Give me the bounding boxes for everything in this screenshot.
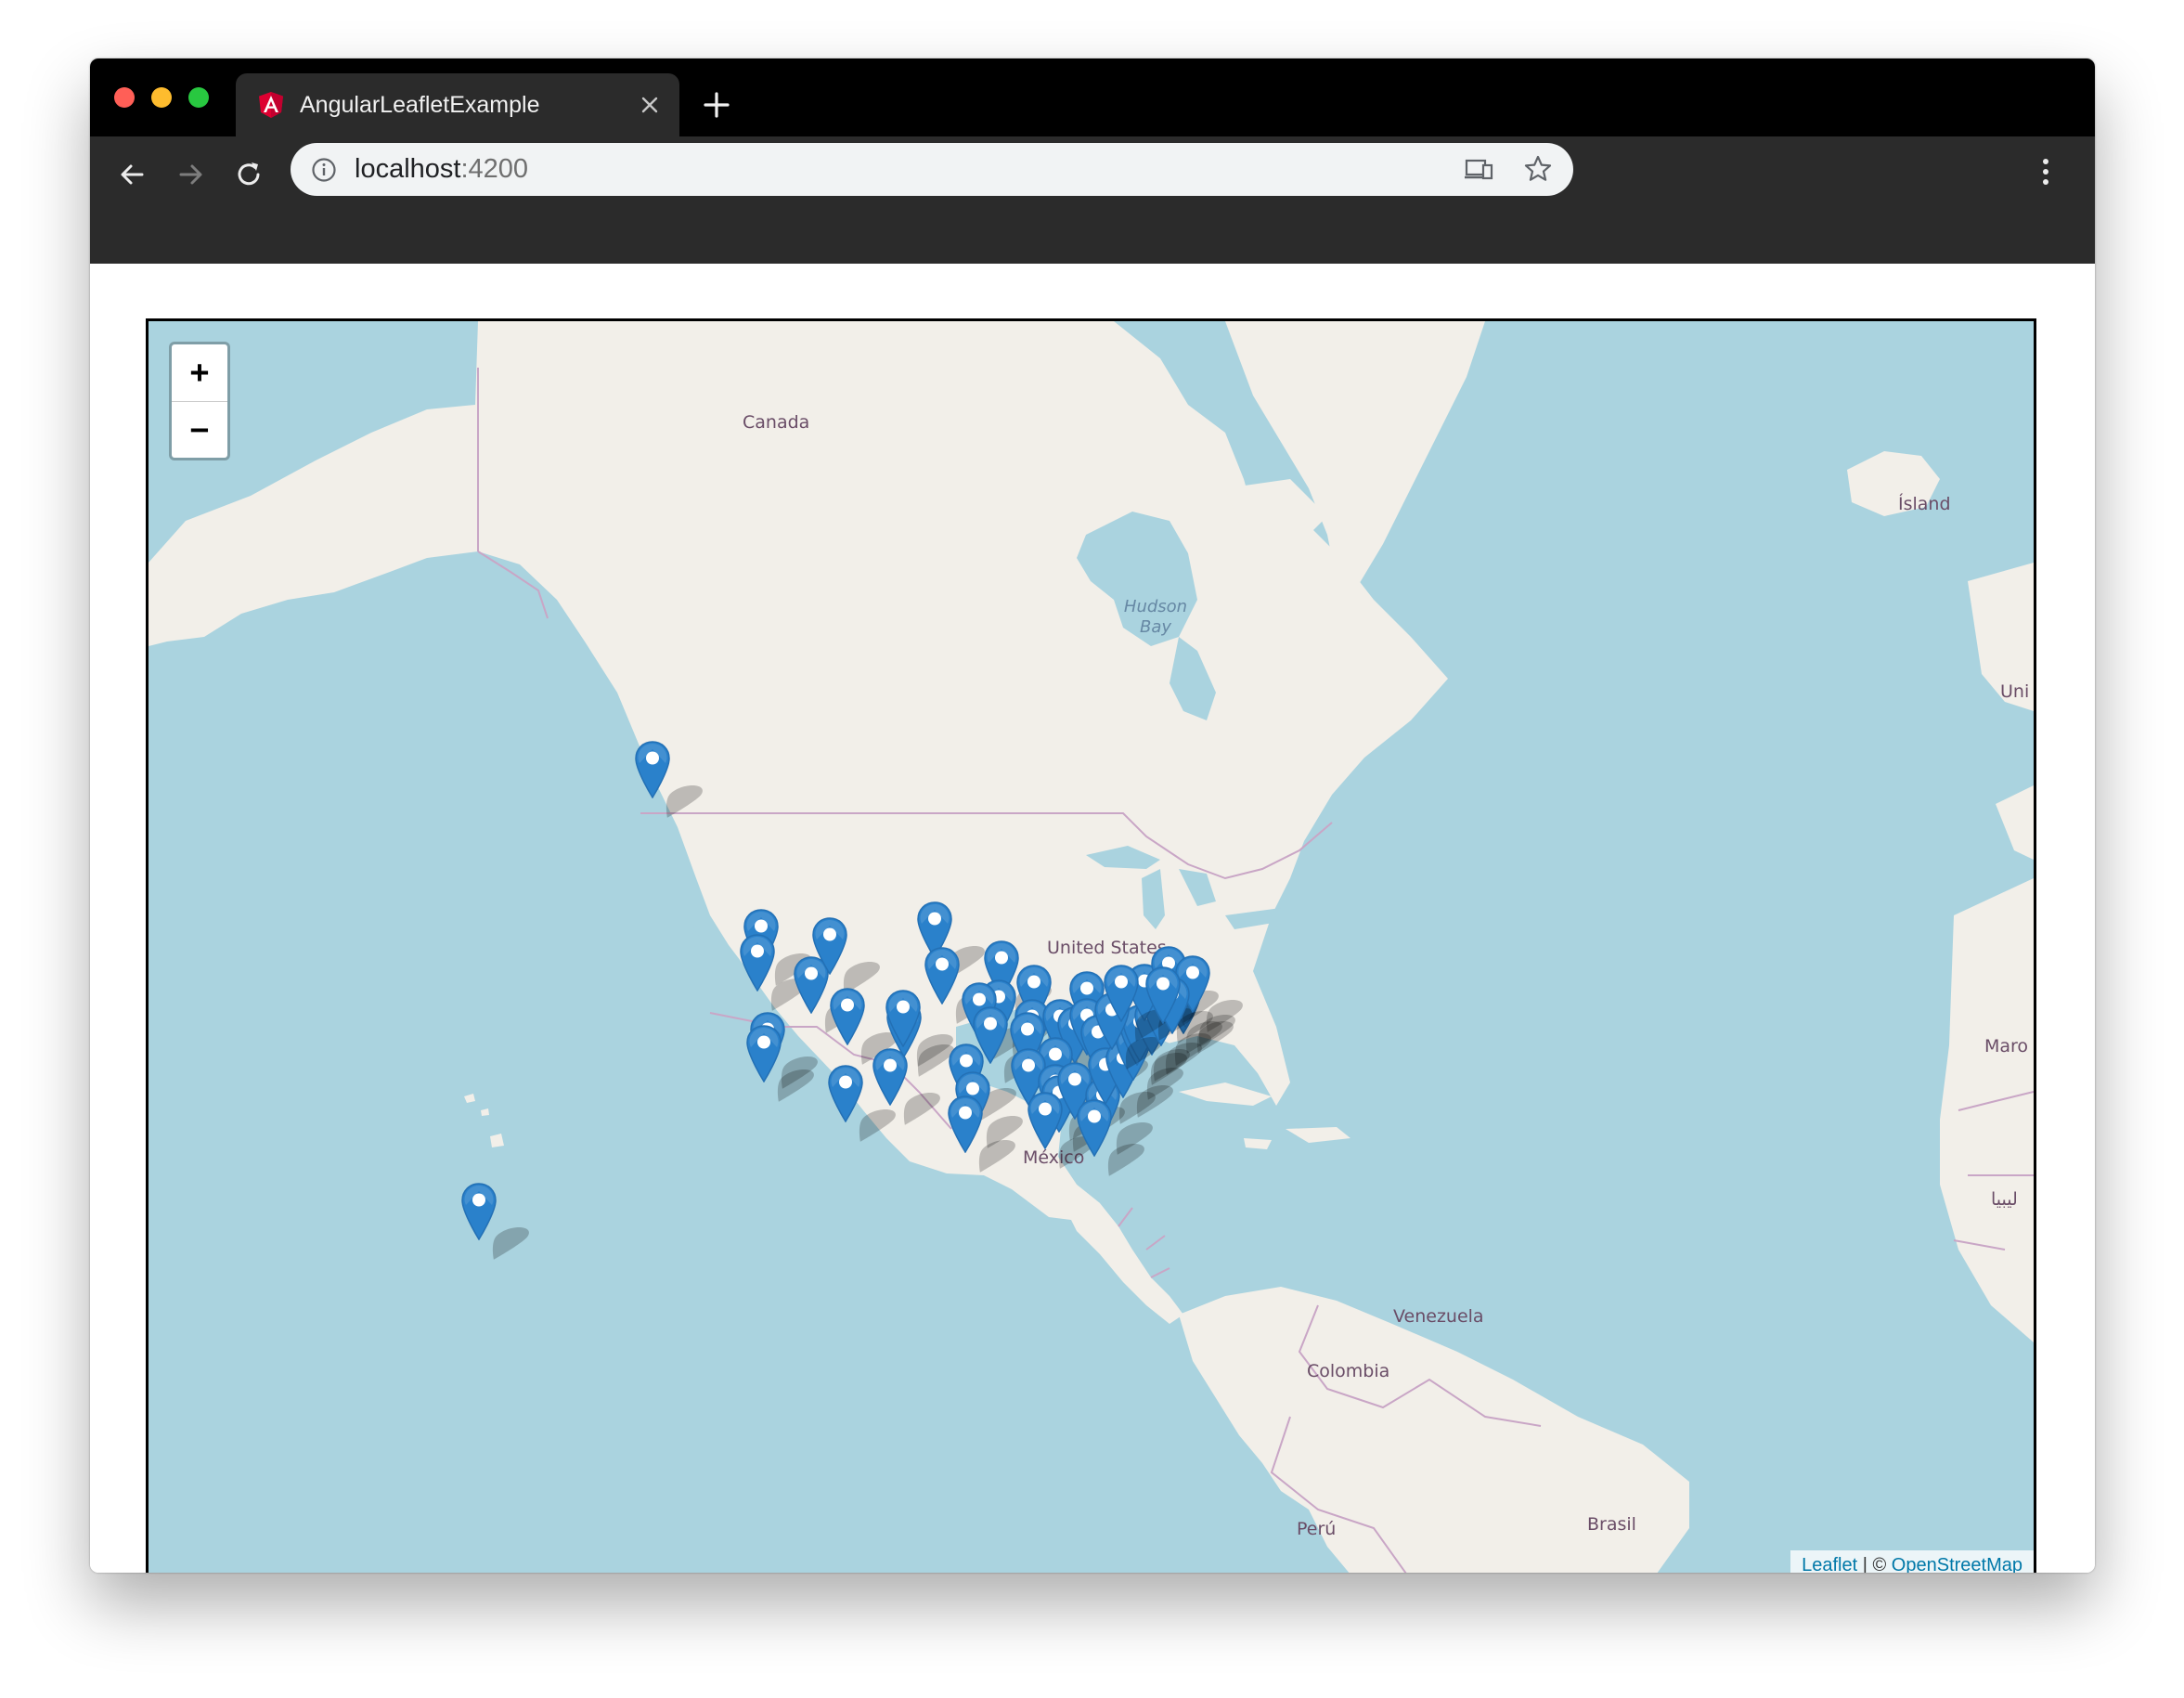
map-marker-icon[interactable]	[746, 1025, 782, 1083]
install-app-icon[interactable]	[1464, 156, 1493, 184]
page-content: Canada Hudson Bay Ísland Uni United State…	[90, 264, 2095, 1573]
minimize-window-button[interactable]	[151, 87, 172, 108]
close-window-button[interactable]	[114, 87, 135, 108]
url-text: localhost:4200	[355, 154, 529, 184]
map-marker-icon[interactable]	[924, 947, 961, 1005]
angular-icon	[259, 92, 283, 118]
map-marker-icon[interactable]	[812, 917, 847, 976]
bookmark-star-icon[interactable]	[1523, 154, 1553, 184]
attribution-separator: | ©	[1857, 1555, 1892, 1573]
menu-dots-icon[interactable]	[2039, 156, 2052, 188]
map-marker-icon[interactable]	[829, 988, 865, 1046]
label-iceland: Ísland	[1898, 494, 1951, 514]
label-brasil: Brasil	[1587, 1514, 1636, 1535]
openstreetmap-link[interactable]: OpenStreetMap	[1892, 1555, 2022, 1573]
browser-window: AngularLeafletExample localhost:4200 Can…	[90, 58, 2095, 1573]
map-marker-icon[interactable]	[1103, 965, 1139, 1022]
label-morocco: Maro	[1984, 1036, 2029, 1056]
address-bar[interactable]: localhost:4200	[291, 143, 1573, 196]
label-canada: Canada	[743, 412, 810, 433]
zoom-in-button[interactable]: +	[172, 344, 227, 402]
label-venezuela: Venezuela	[1393, 1306, 1484, 1327]
label-peru: Perú	[1297, 1519, 1337, 1539]
leaflet-map[interactable]: Canada Hudson Bay Ísland Uni United State…	[146, 318, 2036, 1573]
map-marker-icon[interactable]	[460, 1183, 497, 1241]
label-united-states: United States	[1047, 938, 1167, 958]
browser-toolbar: localhost:4200	[90, 136, 2095, 264]
zoom-out-button[interactable]: −	[172, 402, 227, 459]
forward-arrow-icon[interactable]	[175, 159, 207, 190]
map-marker-icon[interactable]	[1077, 1099, 1112, 1157]
map-marker-icon[interactable]	[740, 934, 775, 992]
info-icon[interactable]	[311, 157, 337, 183]
label-hudson-bay: Hudson Bay	[1123, 597, 1188, 637]
map-marker-icon[interactable]	[634, 741, 670, 799]
tab-title: AngularLeafletExample	[300, 92, 540, 118]
label-united-kingdom: Uni	[2000, 681, 2030, 702]
maximize-window-button[interactable]	[188, 87, 209, 108]
map-marker-icon[interactable]	[1145, 966, 1181, 1025]
map-marker-icon[interactable]	[947, 1095, 983, 1153]
leaflet-link[interactable]: Leaflet	[1802, 1555, 1857, 1573]
back-arrow-icon[interactable]	[116, 159, 148, 190]
map-marker-icon[interactable]	[885, 990, 922, 1048]
reload-icon[interactable]	[234, 159, 265, 190]
new-tab-icon[interactable]	[703, 91, 730, 119]
tab-active[interactable]: AngularLeafletExample	[236, 73, 679, 136]
tab-bar: AngularLeafletExample	[90, 58, 2095, 136]
zoom-control: + −	[169, 342, 230, 460]
close-tab-icon[interactable]	[639, 94, 661, 116]
label-libya: ليبيا	[1991, 1189, 2018, 1210]
label-colombia: Colombia	[1307, 1361, 1390, 1381]
map-attribution: Leaflet | © OpenStreetMap	[1790, 1550, 2034, 1573]
map-marker-icon[interactable]	[828, 1065, 863, 1123]
